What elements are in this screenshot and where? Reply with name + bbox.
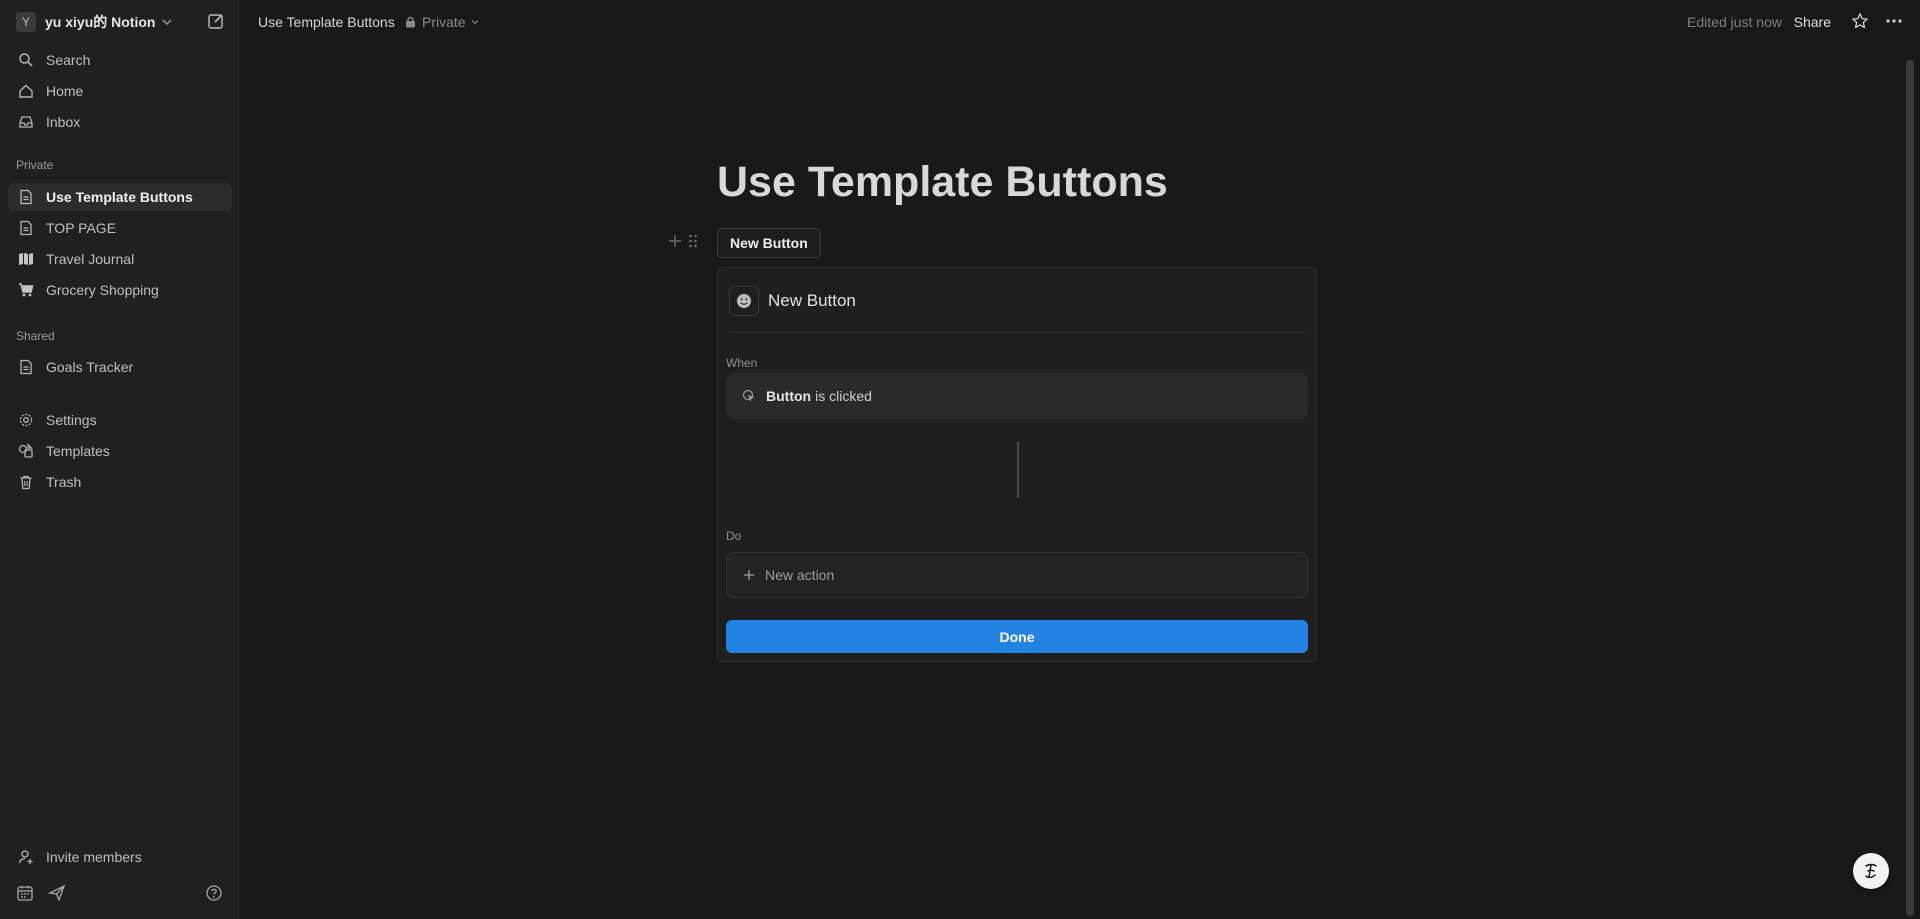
templates-icon (16, 441, 36, 461)
sidebar-item-trash[interactable]: Trash (8, 468, 232, 496)
page-icon (16, 218, 36, 238)
trigger-card[interactable]: Button is clicked (726, 373, 1308, 419)
section-label-shared: Shared (16, 329, 55, 343)
home-icon (16, 81, 36, 101)
send-icon[interactable] (48, 884, 66, 902)
sidebar-item-settings[interactable]: Settings (8, 406, 232, 434)
sidebar-item-label: Inbox (46, 114, 81, 130)
privacy-selector[interactable]: Private (405, 14, 480, 30)
sidebar-item-label: Home (46, 83, 84, 99)
sidebar-item-label: Grocery Shopping (46, 282, 159, 298)
chevron-down-icon (161, 16, 173, 28)
sidebar-item-label: TOP PAGE (46, 220, 117, 236)
sidebar-item-grocery-shopping[interactable]: Grocery Shopping (8, 276, 232, 304)
privacy-label: Private (422, 14, 466, 30)
gear-icon (16, 410, 36, 430)
block-handles (667, 233, 703, 249)
new-page-icon[interactable] (207, 12, 225, 30)
section-label-private: Private (16, 158, 54, 172)
sidebar-item-travel-journal[interactable]: Travel Journal (8, 245, 232, 273)
page-title[interactable]: Use Template Buttons (717, 158, 1168, 207)
cart-icon (16, 280, 36, 300)
sidebar-item-templates[interactable]: Templates (8, 437, 232, 465)
sidebar: Y yu xiyu的 Notion Search Home Inbox Priv… (0, 0, 239, 919)
smiley-icon (736, 293, 752, 309)
sidebar-item-home[interactable]: Home (8, 77, 232, 105)
workspace-switcher[interactable]: Y yu xiyu的 Notion (8, 10, 229, 34)
lock-icon (405, 16, 416, 28)
panel-header: New Button (729, 286, 856, 316)
add-block-icon[interactable] (667, 233, 683, 249)
sidebar-item-top-page[interactable]: TOP PAGE (8, 214, 232, 242)
search-icon (16, 50, 36, 70)
sidebar-item-search[interactable]: Search (8, 46, 232, 74)
sidebar-item-label: Settings (46, 412, 97, 428)
breadcrumb[interactable]: Use Template Buttons (258, 14, 395, 30)
scrollbar[interactable] (1906, 60, 1914, 916)
workspace-name: yu xiyu的 Notion (45, 14, 156, 30)
workspace-avatar: Y (16, 12, 36, 32)
sidebar-item-label: Templates (46, 443, 110, 459)
sidebar-item-label: Invite members (46, 849, 142, 865)
star-icon[interactable] (1851, 12, 1869, 30)
drag-handle-icon[interactable] (687, 233, 699, 249)
button-name-input[interactable]: New Button (768, 291, 856, 311)
ai-face-icon (1865, 863, 1877, 879)
sidebar-item-label: Search (46, 52, 91, 68)
new-action-label: New action (765, 567, 835, 583)
sidebar-item-label: Use Template Buttons (46, 189, 193, 205)
chevron-down-icon (470, 17, 480, 27)
map-icon (16, 249, 36, 269)
edited-status: Edited just now (1687, 14, 1782, 30)
sidebar-item-label: Trash (46, 474, 82, 490)
notion-ai-button[interactable] (1853, 853, 1889, 889)
template-button[interactable]: New Button (717, 228, 821, 258)
sidebar-item-label: Goals Tracker (46, 359, 134, 375)
sidebar-item-inbox[interactable]: Inbox (8, 108, 232, 136)
new-action-button[interactable]: New action (726, 552, 1308, 598)
add-user-icon (16, 847, 36, 867)
page-icon (16, 187, 36, 207)
share-button[interactable]: Share (1794, 14, 1831, 30)
sidebar-item-goals-tracker[interactable]: Goals Tracker (8, 353, 232, 381)
flow-connector (1017, 442, 1019, 498)
topbar: Use Template Buttons Private Edited just… (240, 0, 1920, 44)
do-label: Do (726, 529, 742, 543)
help-icon[interactable] (205, 884, 223, 902)
when-label: When (726, 356, 758, 370)
trigger-condition: is clicked (815, 388, 872, 404)
calendar-icon[interactable] (16, 884, 34, 902)
button-config-panel: New Button When Button is clicked Do New… (717, 267, 1317, 662)
icon-picker[interactable] (729, 286, 759, 316)
trash-icon (16, 472, 36, 492)
divider (729, 332, 1305, 333)
more-icon[interactable] (1884, 12, 1904, 30)
done-button[interactable]: Done (726, 620, 1308, 653)
sidebar-item-label: Travel Journal (46, 251, 135, 267)
sidebar-item-use-template-buttons[interactable]: Use Template Buttons (8, 183, 232, 211)
trigger-subject: Button (766, 388, 812, 404)
plus-icon (743, 569, 755, 581)
inbox-icon (16, 112, 36, 132)
page-icon (16, 357, 36, 377)
cursor-click-icon (742, 389, 756, 403)
invite-members-button[interactable]: Invite members (8, 843, 232, 871)
sidebar-footer (16, 884, 224, 906)
